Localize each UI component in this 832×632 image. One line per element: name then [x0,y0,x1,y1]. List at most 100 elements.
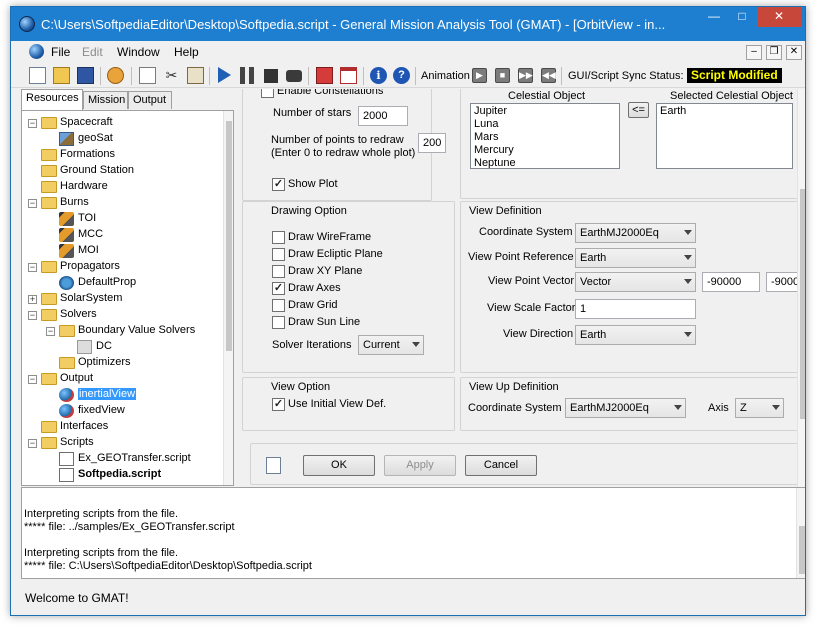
minimize-button[interactable]: — [701,7,727,27]
cancel-button[interactable]: Cancel [465,455,537,476]
log-scrollbar[interactable] [796,488,805,578]
animation-faster-button[interactable]: ▶▶ [518,68,533,83]
list-item[interactable]: Jupiter [474,105,507,117]
script-view-icon[interactable] [266,457,281,474]
collapse-icon[interactable]: − [28,439,37,448]
screenshot-icon[interactable] [286,70,302,82]
gear-icon[interactable] [107,67,124,84]
collapse-icon[interactable]: − [46,327,55,336]
collapse-icon[interactable]: − [28,119,37,128]
view-direction-label: View Direction [503,328,574,340]
scrollbar-thumb[interactable] [226,121,232,351]
list-item[interactable]: Mars [474,131,498,143]
stop-icon[interactable] [264,69,278,83]
burn-icon [59,228,74,242]
animation-stop-button[interactable]: ■ [495,68,510,83]
collapse-icon[interactable]: − [28,311,37,320]
help-icon[interactable]: ? [393,67,410,84]
tab-mission[interactable]: Mission [83,91,128,109]
show-plot-checkbox[interactable]: ✓ Show Plot [272,177,352,192]
panel-scrollbar[interactable] [797,89,805,487]
paste-icon[interactable] [187,67,204,84]
new-script-icon[interactable] [29,67,46,84]
collapse-icon[interactable]: − [28,263,37,272]
view-direction-select[interactable]: Earth [575,325,696,345]
tree-scrollbar[interactable] [223,111,233,485]
tab-resources[interactable]: Resources [21,89,83,110]
view-point-vector-select[interactable]: Vector [575,272,696,292]
drawing-option-checkbox[interactable]: Draw WireFrame [272,230,412,245]
menu-window[interactable]: Window [117,45,160,59]
drawing-option-checkbox[interactable]: Draw Grid [272,298,412,313]
points-to-redraw-hint: (Enter 0 to redraw whole plot) [271,147,416,159]
menu-file[interactable]: File [51,45,70,59]
drawing-option-checkbox[interactable]: Draw XY Plane [272,264,412,279]
view-scale-factor-input[interactable]: 1 [575,299,696,319]
list-item[interactable]: Neptune [474,157,516,168]
cut-icon[interactable]: ✂ [163,67,180,84]
use-initial-view-checkbox[interactable]: ✓ Use Initial View Def. [272,397,412,412]
list-item[interactable]: Earth [660,105,686,117]
apply-button[interactable]: Apply [384,455,456,476]
list-item[interactable]: Luna [474,118,498,130]
pause-icon[interactable] [240,67,254,84]
animation-slower-button[interactable]: ◀◀ [541,68,556,83]
mdi-minimize-button[interactable]: – [746,45,762,60]
sync-status-badge: Script Modified [687,68,782,83]
view-up-coordinate-system-label: Coordinate System [468,402,562,414]
run-icon[interactable] [218,67,231,83]
view-up-coordinate-system-select[interactable]: EarthMJ2000Eq [565,398,686,418]
ok-button[interactable]: OK [303,455,375,476]
scrollbar-thumb[interactable] [799,526,805,574]
close-window-icon[interactable] [340,67,357,84]
open-icon[interactable] [53,67,70,84]
app-window: C:\Users\SoftpediaEditor\Desktop\Softped… [10,6,806,616]
enable-constellations-checkbox[interactable]: Enable Constellations [261,89,411,99]
tree-item-label: DC [96,340,112,352]
drawing-option-checkbox[interactable]: Draw Ecliptic Plane [272,247,412,262]
move-left-button[interactable]: <= [628,102,649,118]
list-item[interactable]: Mercury [474,144,514,156]
tab-output[interactable]: Output [128,91,172,109]
tree-item-label: Ground Station [60,164,134,176]
collapse-icon[interactable]: − [28,375,37,384]
collapse-icon[interactable]: − [28,199,37,208]
view-point-vector-x-input[interactable]: -90000 [702,272,760,292]
drawing-option-label: Draw Sun Line [288,316,361,328]
mdi-restore-button[interactable]: ❐ [766,45,782,60]
coordinate-system-select[interactable]: EarthMJ2000Eq [575,223,696,243]
tree-item-label: SolarSystem [60,292,123,304]
mdi-close-button[interactable]: ✕ [786,45,802,60]
checkbox-box [272,265,285,278]
toolbar-separator [209,67,210,85]
selected-celestial-object-list[interactable]: Earth [656,103,793,169]
checkbox-box: ✓ [272,282,285,295]
info-icon[interactable]: i [370,67,387,84]
points-to-redraw-input[interactable]: 200 [418,133,446,153]
axis-select[interactable]: Z [735,398,784,418]
close-all-icon[interactable] [316,67,333,84]
scrollbar-thumb[interactable] [800,189,805,419]
maximize-button[interactable]: □ [729,7,755,27]
solver-iterations-select[interactable]: Current [358,335,424,355]
close-button[interactable]: ✕ [757,7,801,27]
tree-item-label: Burns [60,196,89,208]
solver-iterations-value: Current [363,339,400,351]
save-icon[interactable] [77,67,94,84]
drawing-option-checkbox[interactable]: ✓ Draw Axes [272,281,412,296]
animation-play-button[interactable]: ▶ [472,68,487,83]
burn-icon [59,244,74,258]
view-point-reference-select[interactable]: Earth [575,248,696,268]
number-of-stars-input[interactable]: 2000 [358,106,408,126]
menu-help[interactable]: Help [174,45,199,59]
celestial-object-list[interactable]: Jupiter Luna Mars Mercury Neptune [470,103,620,169]
document-icon[interactable] [29,44,44,59]
copy-icon[interactable] [139,67,156,84]
drawing-option-checkbox[interactable]: Draw Sun Line [272,315,412,330]
chevron-down-icon [684,255,692,260]
menu-edit[interactable]: Edit [82,45,103,59]
menu-bar: File Edit Window Help – ❐ ✕ [11,41,805,63]
coordinate-system-value: EarthMJ2000Eq [580,227,659,239]
tree-item-label: Spacecraft [60,116,113,128]
expand-icon[interactable]: + [28,295,37,304]
